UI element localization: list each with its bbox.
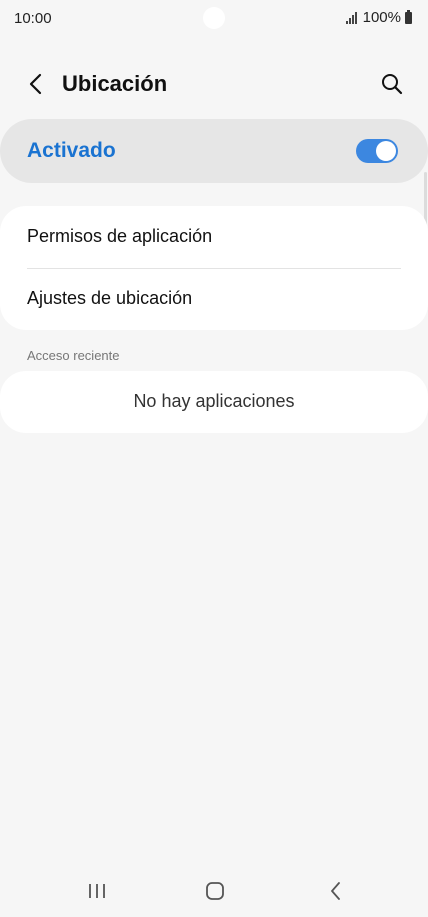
chevron-left-icon: [29, 73, 42, 95]
back-icon: [331, 882, 340, 900]
menu-item-label: Permisos de aplicación: [27, 226, 213, 246]
back-button[interactable]: [20, 68, 52, 100]
recents-button[interactable]: [82, 874, 112, 908]
switch-knob: [376, 141, 396, 161]
status-indicators: 100%: [345, 9, 412, 26]
toggle-label: Activado: [27, 139, 116, 162]
recent-access-card: No hay aplicaciones: [0, 371, 428, 433]
search-button[interactable]: [376, 68, 408, 100]
home-icon: [206, 882, 224, 900]
home-button[interactable]: [199, 874, 231, 908]
search-icon: [382, 74, 403, 95]
page-title: Ubicación: [62, 71, 168, 96]
location-master-toggle[interactable]: Activado: [0, 119, 428, 183]
menu-item-label: Ajustes de ubicación: [27, 288, 193, 308]
empty-state-text: No hay aplicaciones: [133, 391, 295, 411]
navigation-bar: [0, 868, 428, 914]
battery-icon: [405, 9, 412, 24]
camera-cutout: [203, 7, 225, 29]
menu-item-location-settings[interactable]: Ajustes de ubicación: [0, 268, 428, 330]
nav-back-button[interactable]: [320, 874, 352, 908]
signal-icon: [345, 11, 357, 24]
status-time: 10:00: [14, 10, 52, 27]
recents-icon: [89, 884, 105, 898]
menu-item-app-permissions[interactable]: Permisos de aplicación: [0, 206, 428, 268]
app-bar: Ubicación: [0, 60, 428, 108]
location-switch[interactable]: [356, 139, 398, 163]
location-menu-card: Permisos de aplicación Ajustes de ubicac…: [0, 206, 428, 330]
section-header-recent-access: Acceso reciente: [27, 348, 120, 363]
battery-percentage: 100%: [362, 9, 401, 26]
status-bar: 10:00 100%: [0, 0, 428, 38]
